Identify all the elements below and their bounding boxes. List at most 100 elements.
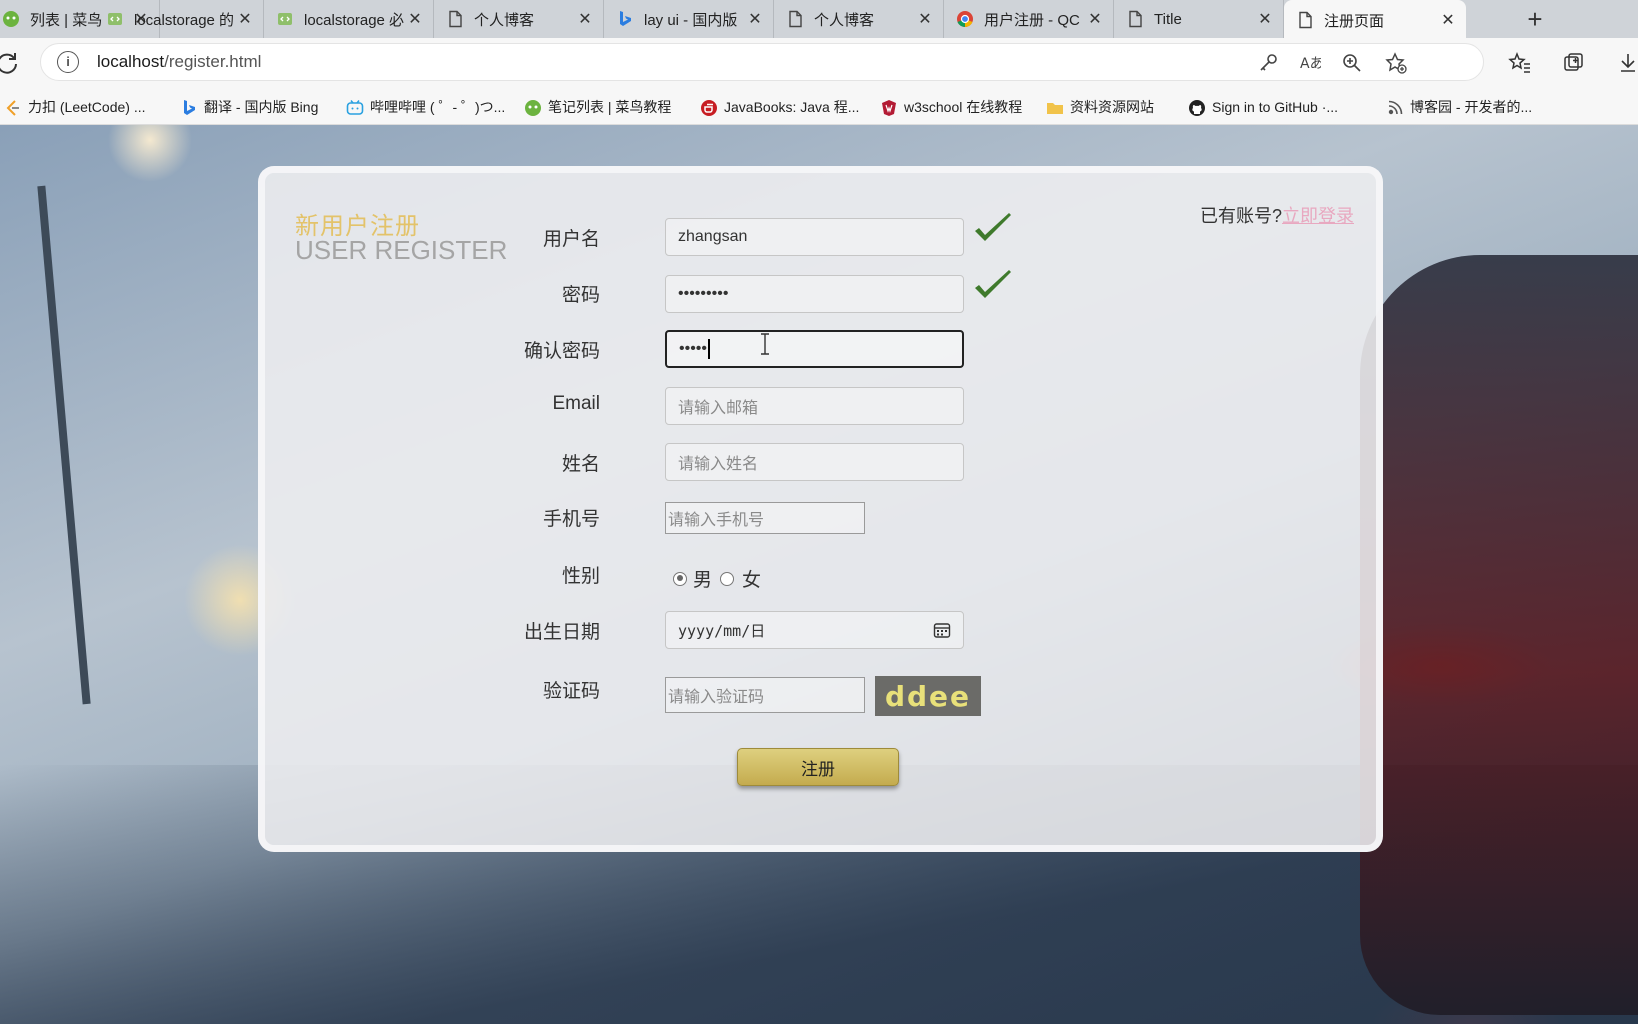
zoom-icon[interactable]: [1341, 52, 1363, 74]
browser-tab-bar: 列表 | 菜鸟 ✕ localstorage 的 ✕ localstorage 必 ✕ 个人…: [0, 0, 1638, 38]
captcha-label: 验证码: [542, 681, 600, 702]
birthday-input[interactable]: yyyy/mm/日: [665, 611, 964, 649]
username-input[interactable]: zhangsan: [665, 218, 964, 256]
browser-tab[interactable]: Title ✕: [1114, 0, 1284, 38]
captcha-placeholder: 请输入验证码: [668, 689, 765, 706]
username-value: zhangsan: [678, 228, 748, 245]
browser-tab[interactable]: 个人博客 ✕: [774, 0, 944, 38]
confirm-password-input[interactable]: •••••: [665, 330, 964, 368]
code-page-icon: [106, 10, 124, 28]
url-text[interactable]: localhost/register.html: [97, 52, 261, 72]
login-prompt: 已有账号?: [1199, 206, 1282, 226]
register-panel: 新用户注册 USER REGISTER 已有账号?立即登录 用户名 zhangs…: [258, 166, 1383, 852]
tab-label: 个人博客: [474, 11, 535, 29]
phone-placeholder: 请输入手机号: [668, 512, 765, 529]
browser-tab[interactable]: 注册页面 ✕: [1284, 0, 1466, 38]
tab-label: Title: [1154, 10, 1182, 28]
bookmark-item[interactable]: 哔哩哔哩 ( ゜- ゜)つ...: [346, 96, 505, 118]
bookmark-item[interactable]: 翻译 - 国内版 Bing: [180, 96, 318, 118]
favorites-icon[interactable]: [1508, 51, 1532, 75]
gender-male-label[interactable]: 男: [693, 565, 712, 592]
tab-close-icon[interactable]: ✕: [915, 9, 935, 29]
bookmark-item[interactable]: 资料资源网站: [1046, 96, 1154, 118]
bookmark-label: w3school 在线教程: [904, 99, 1023, 115]
register-button[interactable]: 注册: [737, 748, 899, 786]
key-icon[interactable]: [1257, 52, 1279, 74]
car-silhouette: [1360, 255, 1638, 1015]
username-label: 用户名: [542, 229, 600, 250]
page-icon: [446, 10, 464, 28]
birthday-placeholder: yyyy/mm/日: [678, 621, 766, 640]
bookmark-item[interactable]: 博客园 - 开发者的...: [1386, 96, 1532, 118]
bookmark-item[interactable]: 力扣 (LeetCode) ...: [4, 96, 146, 118]
tab-label: 个人博客: [814, 11, 875, 29]
tab-close-icon[interactable]: ✕: [235, 9, 255, 29]
tab-label: 注册页面: [1324, 12, 1385, 30]
name-input[interactable]: 请输入姓名: [665, 443, 964, 481]
page-icon: [1296, 11, 1314, 29]
confirm-password-label: 确认密码: [523, 341, 600, 362]
gender-female-label[interactable]: 女: [742, 565, 761, 592]
email-input[interactable]: 请输入邮箱: [665, 387, 964, 425]
tab-label: lay ui - 国内版: [644, 11, 738, 29]
captcha-image[interactable]: ddee: [875, 676, 981, 716]
url-bar[interactable]: i localhost/register.html Aあ: [40, 43, 1484, 81]
birthday-label: 出生日期: [523, 622, 600, 643]
bookmark-label: Sign in to GitHub ·...: [1212, 99, 1339, 115]
tab-close-icon[interactable]: ✕: [405, 9, 425, 29]
tab-close-icon[interactable]: ✕: [745, 9, 765, 29]
bookmark-label: 哔哩哔哩 ( ゜- ゜)つ...: [370, 99, 506, 115]
bookmark-item[interactable]: Sign in to GitHub ·...: [1188, 96, 1338, 118]
page-icon: [786, 10, 804, 28]
bing-icon: [180, 99, 196, 115]
bookmark-label: 资料资源网站: [1070, 99, 1154, 115]
downloads-icon[interactable]: [1616, 51, 1638, 75]
tab-close-icon[interactable]: ✕: [575, 9, 595, 29]
bookmark-item[interactable]: JavaBooks: Java 程...: [700, 96, 859, 118]
bookmarks-bar: 力扣 (LeetCode) ... 翻译 - 国内版 Bing 哔哩哔哩 ( ゜- …: [0, 88, 1638, 125]
bookmark-item[interactable]: 笔记列表 | 菜鸟教程: [524, 96, 671, 118]
gitee-icon: [700, 99, 717, 116]
password-value: •••••••••: [678, 285, 729, 302]
new-tab-button[interactable]: +: [1520, 4, 1550, 34]
captcha-input[interactable]: 请输入验证码: [665, 677, 865, 713]
add-favorite-icon[interactable]: [1385, 52, 1407, 74]
tab-close-icon[interactable]: ✕: [1255, 9, 1275, 29]
url-path: /register.html: [164, 52, 262, 71]
code-page-icon: [276, 10, 294, 28]
username-valid-check-icon: [975, 213, 1011, 241]
email-label: Email: [552, 393, 600, 414]
password-label: 密码: [561, 285, 600, 306]
password-input[interactable]: •••••••••: [665, 275, 964, 313]
bilibili-icon: [346, 99, 364, 115]
tab-close-icon[interactable]: ✕: [1085, 9, 1105, 29]
street-lamp-pole: [37, 185, 91, 705]
browser-tab[interactable]: 用户注册 - QC ✕: [944, 0, 1114, 38]
bookmark-label: 笔记列表 | 菜鸟教程: [548, 99, 672, 115]
email-placeholder: 请输入邮箱: [678, 400, 759, 417]
page-icon: [1126, 10, 1144, 28]
bookmark-item[interactable]: w3school 在线教程: [880, 96, 1022, 118]
tab-close-icon[interactable]: ✕: [1438, 10, 1458, 30]
browser-tab[interactable]: 个人博客 ✕: [434, 0, 604, 38]
tab-label: localstorage 必: [304, 11, 405, 29]
chrome-icon: [956, 10, 974, 28]
phone-input[interactable]: 请输入手机号: [665, 502, 865, 534]
calendar-icon[interactable]: [933, 621, 951, 639]
browser-tab[interactable]: localstorage 必 ✕: [264, 0, 434, 38]
login-link[interactable]: 立即登录: [1282, 206, 1354, 226]
gender-radio-group: 男 女: [673, 565, 761, 592]
read-aloud-icon[interactable]: Aあ: [1299, 52, 1324, 74]
browser-tab[interactable]: lay ui - 国内版 ✕: [604, 0, 774, 38]
url-host: localhost: [97, 52, 165, 71]
folder-icon: [1046, 99, 1063, 115]
site-info-icon[interactable]: i: [57, 51, 79, 73]
gender-female-radio[interactable]: [720, 571, 735, 586]
browser-tab[interactable]: localstorage 的 ✕: [94, 0, 264, 38]
tab-label: localstorage 的: [134, 11, 235, 29]
gender-male-radio[interactable]: [673, 571, 687, 586]
collections-icon[interactable]: [1562, 51, 1586, 75]
reload-icon[interactable]: [0, 50, 20, 76]
name-placeholder: 请输入姓名: [678, 456, 759, 473]
bookmark-label: JavaBooks: Java 程...: [724, 99, 860, 115]
